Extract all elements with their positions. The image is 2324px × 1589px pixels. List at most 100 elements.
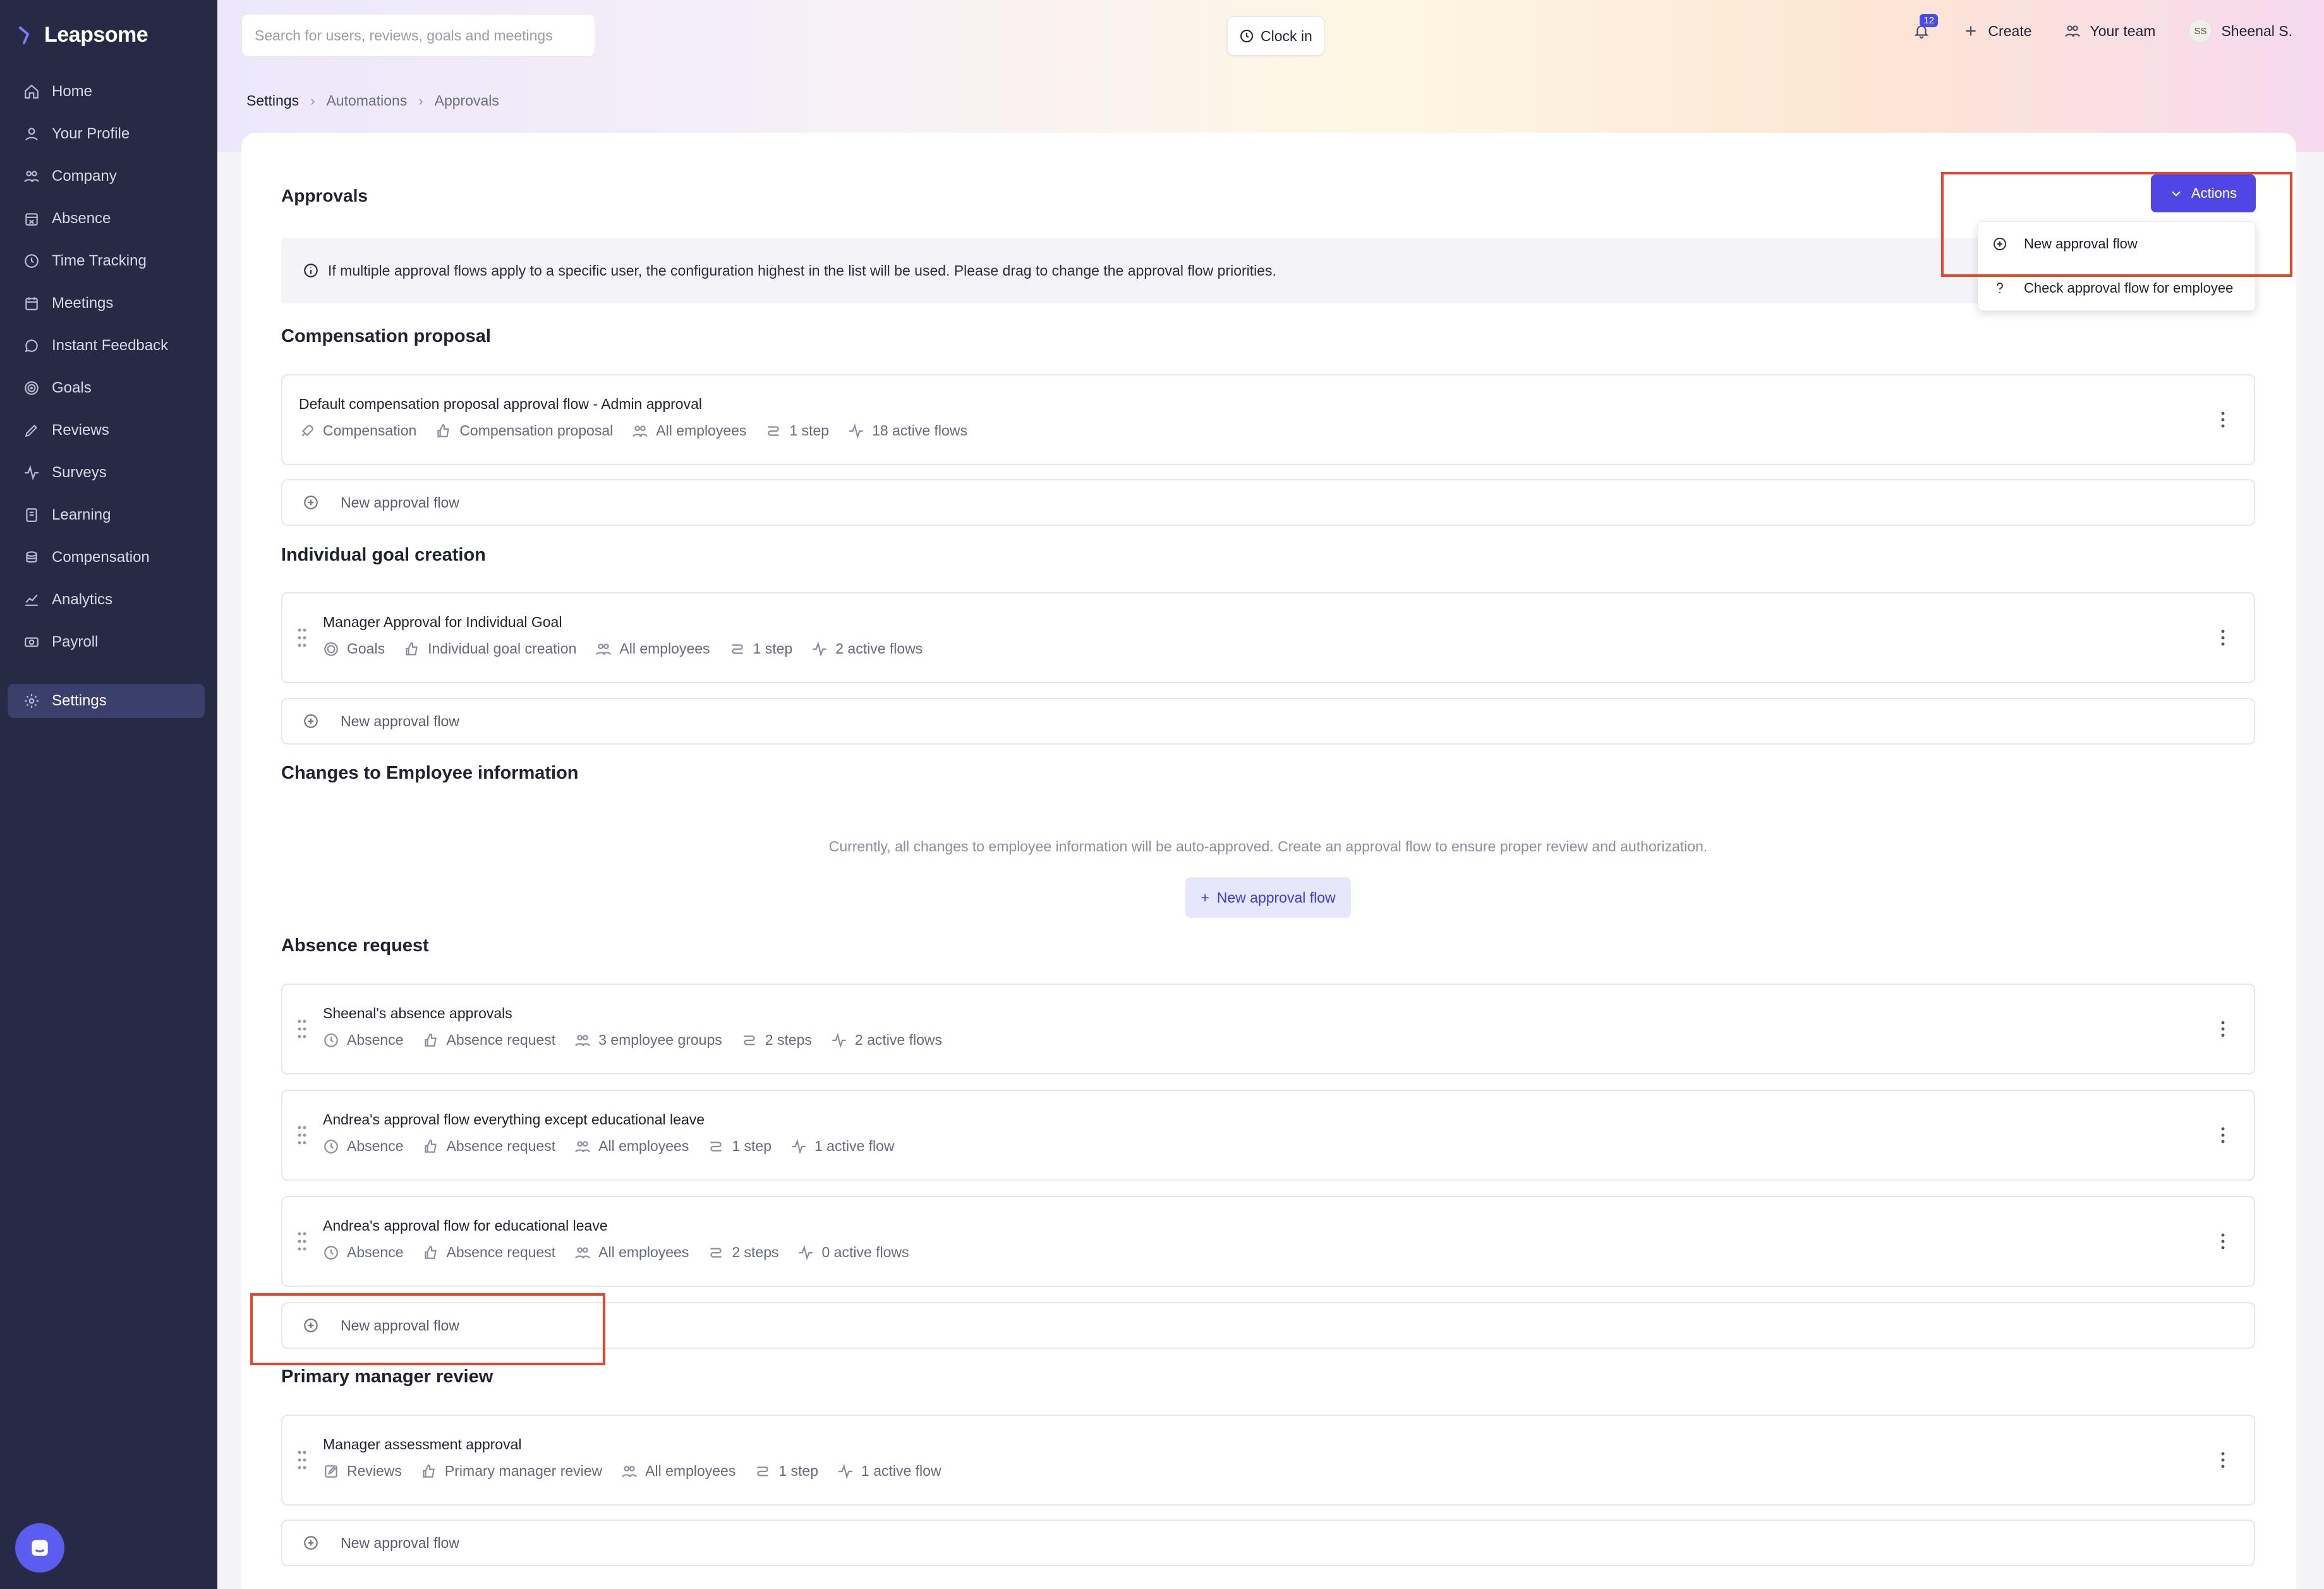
chevron-right-icon: ›	[310, 92, 315, 109]
user-name: Sheenal S.	[2221, 22, 2292, 39]
flow-name: Default compensation proposal approval f…	[299, 396, 702, 412]
more-options-icon[interactable]	[2220, 629, 2226, 647]
flow-type-label: Absence request	[446, 1244, 556, 1260]
create-button[interactable]: Create	[1963, 23, 2031, 40]
people-icon	[622, 1465, 638, 1477]
your-team-button[interactable]: Your team	[2064, 23, 2155, 40]
flow-steps: 1 step	[708, 1138, 772, 1155]
empty-state-text: Currently, all changes to employee infor…	[828, 838, 1708, 855]
sidebar-item-home[interactable]: Home	[8, 75, 205, 109]
chat-icon	[23, 337, 40, 355]
notifications-button[interactable]: 12	[1913, 14, 1939, 39]
new-approval-flow-label: New approval flow	[341, 494, 459, 511]
sidebar-item-label: Absence	[52, 210, 111, 227]
sidebar-item-analytics[interactable]: Analytics	[8, 583, 205, 617]
support-chat-button[interactable]	[15, 1523, 64, 1573]
approval-flow-row[interactable]: Sheenal's absence approvals Absence Abse…	[281, 983, 2255, 1075]
sidebar-item-meetings[interactable]: Meetings	[8, 286, 205, 320]
leapsome-logo[interactable]: Leapsome	[18, 23, 148, 47]
breadcrumb-automations[interactable]: Automations	[326, 92, 407, 109]
sidebar-item-your-profile[interactable]: Your Profile	[8, 117, 205, 151]
more-options-icon[interactable]	[2220, 1020, 2226, 1038]
clock-icon	[324, 1139, 338, 1154]
flow-module-label: Absence	[347, 1138, 404, 1154]
flow-module: Absence	[323, 1138, 404, 1155]
new-approval-flow-button[interactable]: New approval flow	[281, 698, 2255, 745]
flow-name: Sheenal's absence approvals	[323, 1005, 512, 1021]
sidebar-item-label: Instant Feedback	[52, 337, 169, 354]
home-icon	[23, 83, 40, 100]
flow-type: Individual goal creation	[404, 640, 576, 657]
new-approval-flow-label: New approval flow	[341, 1534, 459, 1551]
sidebar-item-label: Goals	[52, 379, 92, 396]
chart-icon	[23, 591, 40, 609]
flow-steps: 2 steps	[741, 1032, 812, 1049]
sidebar-item-label: Meetings	[52, 295, 114, 312]
approval-flow-row[interactable]: Manager Approval for Individual Goal Goa…	[281, 592, 2255, 683]
flow-name: Manager assessment approval	[323, 1436, 522, 1452]
flow-audience-label: All employees	[656, 422, 747, 439]
drag-handle-icon[interactable]	[296, 1449, 308, 1471]
more-options-icon[interactable]	[2220, 1451, 2226, 1469]
flow-audience: All employees	[632, 422, 746, 439]
new-approval-flow-button[interactable]: + New approval flow	[1185, 877, 1351, 918]
flow-meta: Compensation Compensation proposal All e…	[299, 422, 967, 439]
search-input[interactable]: Search for users, reviews, goals and mee…	[241, 14, 595, 57]
flow-module-label: Absence	[347, 1032, 404, 1048]
flow-name: Andrea's approval flow everything except…	[323, 1111, 705, 1128]
sidebar-item-compensation[interactable]: Compensation	[8, 540, 205, 575]
sidebar-item-surveys[interactable]: Surveys	[8, 456, 205, 490]
question-icon	[1997, 283, 2003, 293]
sidebar-item-label: Surveys	[52, 464, 107, 481]
flow-module: Goals	[323, 640, 385, 657]
flow-type-label: Absence request	[446, 1138, 556, 1154]
new-approval-flow-button[interactable]: New approval flow	[281, 1519, 2255, 1566]
logo-text: Leapsome	[44, 23, 148, 47]
sidebar-item-absence[interactable]: Absence	[8, 202, 205, 236]
approval-flow-row[interactable]: Manager assessment approval Reviews Prim…	[281, 1415, 2255, 1506]
approval-flow-row[interactable]: Default compensation proposal approval f…	[281, 374, 2255, 465]
main-card	[241, 133, 2296, 1589]
drag-handle-icon[interactable]	[296, 1230, 308, 1253]
avatar: SS	[2188, 19, 2213, 43]
gear-icon	[23, 692, 40, 710]
new-approval-flow-button[interactable]: New approval flow	[281, 479, 2255, 526]
breadcrumb: Settings › Automations › Approvals	[246, 92, 499, 109]
sidebar-item-settings[interactable]: Settings	[8, 684, 205, 718]
dropdown-item-label: Check approval flow for employee	[2024, 280, 2234, 296]
sidebar-item-payroll[interactable]: Payroll	[8, 625, 205, 659]
flow-active-label: 1 active flow	[814, 1138, 895, 1154]
flow-active: 18 active flows	[848, 422, 967, 439]
more-options-icon[interactable]	[2220, 411, 2226, 429]
more-options-icon[interactable]	[2220, 1126, 2226, 1144]
drag-handle-icon[interactable]	[296, 1018, 308, 1040]
plus-circle-icon	[304, 496, 318, 509]
sidebar-item-company[interactable]: Company	[8, 159, 205, 193]
approval-flow-row[interactable]: Andrea's approval flow for educational l…	[281, 1196, 2255, 1287]
flow-module: Compensation	[299, 422, 416, 439]
drag-handle-icon[interactable]	[296, 1124, 308, 1147]
flow-type-label: Primary manager review	[444, 1463, 603, 1479]
user-menu[interactable]: SS Sheenal S.	[2188, 19, 2292, 43]
more-options-icon[interactable]	[2220, 1233, 2226, 1250]
breadcrumb-settings[interactable]: Settings	[246, 92, 299, 109]
clock-in-button[interactable]: Clock in	[1227, 16, 1324, 56]
flow-audience-label: All employees	[619, 640, 710, 657]
new-approval-flow-label: New approval flow	[341, 712, 459, 729]
route-icon	[757, 1466, 769, 1476]
flow-type-label: Individual goal creation	[428, 640, 577, 657]
drag-handle-icon[interactable]	[296, 626, 308, 649]
sidebar-item-goals[interactable]: Goals	[8, 371, 205, 405]
target-icon	[23, 379, 40, 397]
flow-module-label: Compensation	[323, 422, 417, 439]
flow-active-label: 1 active flow	[861, 1463, 941, 1479]
sidebar-item-instant-feedback[interactable]: Instant Feedback	[8, 329, 205, 363]
approval-flow-row[interactable]: Andrea's approval flow everything except…	[281, 1090, 2255, 1181]
sidebar-item-reviews[interactable]: Reviews	[8, 413, 205, 447]
clock-icon	[23, 252, 40, 270]
sidebar-item-learning[interactable]: Learning	[8, 498, 205, 532]
sidebar-nav: Home Your Profile Company Absence Time T…	[8, 75, 205, 726]
sidebar-item-label: Analytics	[52, 591, 113, 608]
sidebar-item-label: Time Tracking	[52, 252, 147, 269]
sidebar-item-time-tracking[interactable]: Time Tracking	[8, 244, 205, 278]
